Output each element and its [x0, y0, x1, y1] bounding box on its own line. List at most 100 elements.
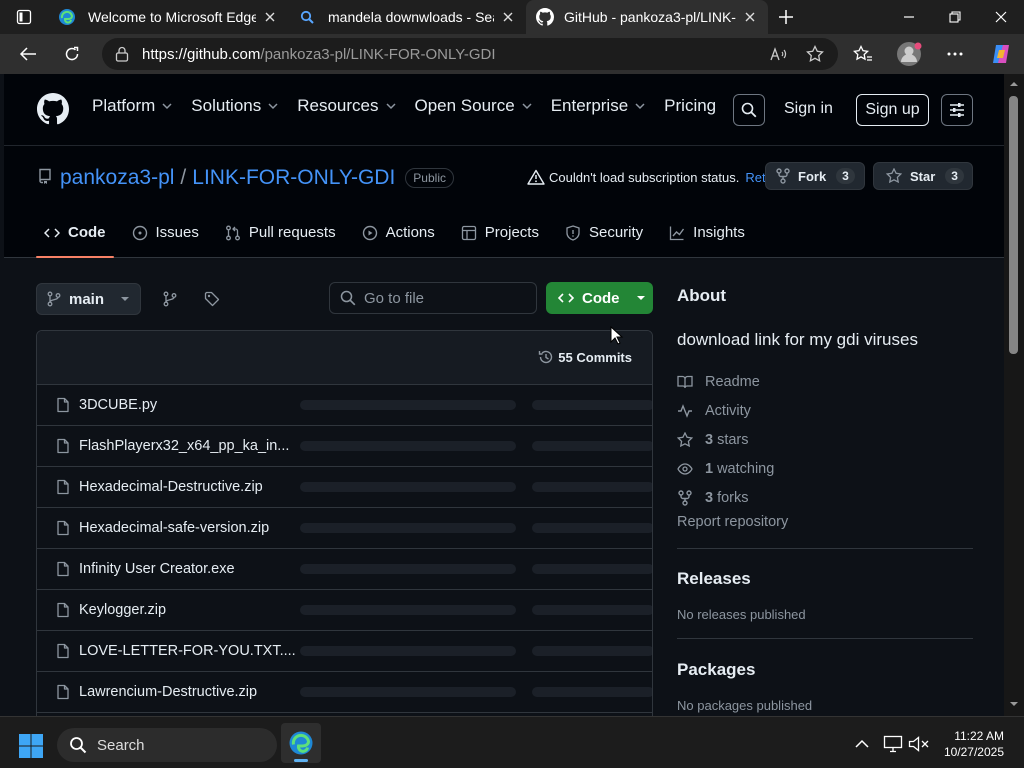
file-row[interactable]: FlashPlayerx32_x64_pp_ka_in... — [37, 426, 652, 467]
system-clock[interactable]: 11:22 AM 10/27/2025 — [940, 728, 1004, 760]
search-favicon-icon — [298, 8, 316, 26]
tag-icon[interactable] — [203, 290, 221, 308]
go-to-file-input[interactable] — [364, 289, 524, 307]
file-row[interactable]: LOVE-LETTER-FOR-YOU.TXT.... — [37, 631, 652, 672]
tab-code[interactable]: Code — [36, 224, 114, 258]
browser-tab-search[interactable]: mandela downwloads - Search — [288, 0, 526, 34]
nav-solutions[interactable]: Solutions — [191, 96, 279, 116]
chevron-up-icon[interactable] — [851, 733, 873, 755]
file-name-link[interactable]: Hexadecimal-Destructive.zip — [79, 479, 263, 495]
copilot-icon[interactable] — [978, 34, 1024, 74]
nav-resources[interactable]: Resources — [297, 96, 396, 116]
star-button[interactable]: Star 3 — [873, 162, 973, 190]
file-name-link[interactable]: Hexadecimal-safe-version.zip — [79, 520, 269, 536]
nav-enterprise[interactable]: Enterprise — [551, 96, 646, 116]
subscription-warning: Couldn't load subscription status. Retry — [527, 168, 776, 186]
loading-placeholder — [300, 400, 516, 410]
file-name-link[interactable]: Infinity User Creator.exe — [79, 561, 235, 577]
file-row[interactable]: Keylogger.zip — [37, 590, 652, 631]
minimize-icon[interactable] — [886, 0, 932, 34]
forks-link[interactable]: 3 forks — [677, 483, 774, 512]
scroll-up-arrow-icon[interactable] — [1008, 78, 1020, 90]
sidebar-divider — [677, 638, 973, 639]
fork-button[interactable]: Fork 3 — [765, 162, 865, 190]
close-window-icon[interactable] — [978, 0, 1024, 34]
branch-selector[interactable]: main — [36, 283, 141, 315]
file-name-link[interactable]: 3DCUBE.py — [79, 397, 157, 413]
file-row[interactable]: Infinity User Creator.exe — [37, 549, 652, 590]
repo-tabs: Code Issues Pull requests Actions Projec… — [36, 224, 763, 258]
browser-tab-github[interactable]: GitHub - pankoza3-pl/LINK-FOR- — [526, 0, 768, 34]
report-repository-link[interactable]: Report repository — [677, 514, 788, 530]
url-host: https://github.com — [142, 45, 261, 63]
nav-platform[interactable]: Platform — [92, 96, 173, 116]
releases-heading[interactable]: Releases — [677, 569, 751, 589]
browser-tab-welcome[interactable]: Welcome to Microsoft Edge — [48, 0, 288, 34]
taskbar-search[interactable]: Search — [57, 728, 277, 762]
go-to-file-field[interactable] — [329, 282, 537, 314]
scroll-down-arrow-icon[interactable] — [1008, 698, 1020, 710]
repo-name-link[interactable]: LINK-FOR-ONLY-GDI — [192, 166, 395, 190]
volume-muted-icon[interactable] — [908, 733, 930, 755]
close-tab-icon[interactable] — [742, 9, 758, 25]
alert-icon — [527, 168, 545, 186]
favorite-star-icon[interactable] — [800, 39, 830, 69]
packages-empty-text: No packages published — [677, 698, 813, 713]
pull-request-icon — [225, 225, 241, 241]
address-bar[interactable]: https://github.com/pankoza3-pl/LINK-FOR-… — [102, 38, 838, 70]
tab-actions-icon[interactable] — [0, 0, 48, 34]
monitor-icon[interactable] — [882, 733, 904, 755]
profile-avatar-icon[interactable] — [886, 34, 932, 74]
header-menu-button[interactable] — [941, 94, 973, 126]
file-name-link[interactable]: LOVE-LETTER-FOR-YOU.TXT.... — [79, 643, 296, 659]
loading-placeholder — [532, 605, 652, 615]
file-row[interactable]: Lawrencium-Destructive.zip — [37, 672, 652, 713]
tab-pull-requests[interactable]: Pull requests — [217, 224, 344, 258]
new-tab-icon[interactable] — [768, 0, 804, 34]
tab-title: GitHub - pankoza3-pl/LINK-FOR- — [564, 9, 736, 25]
file-name-link[interactable]: Lawrencium-Destructive.zip — [79, 684, 257, 700]
sign-in-link[interactable]: Sign in — [784, 100, 833, 118]
tab-projects[interactable]: Projects — [453, 224, 547, 258]
branches-icon[interactable] — [161, 290, 179, 308]
tab-issues[interactable]: Issues — [124, 224, 207, 258]
repo-owner-link[interactable]: pankoza3-pl — [60, 166, 174, 190]
tab-actions[interactable]: Actions — [354, 224, 443, 258]
windows-start-icon[interactable] — [18, 733, 44, 759]
read-aloud-icon[interactable] — [764, 39, 794, 69]
tab-insights[interactable]: Insights — [661, 224, 753, 258]
header-search-button[interactable] — [733, 94, 765, 126]
watching-link[interactable]: 1 watching — [677, 454, 774, 483]
page-scrollbar[interactable] — [1004, 74, 1024, 716]
back-arrow-icon[interactable] — [6, 34, 50, 74]
more-options-icon[interactable] — [932, 34, 978, 74]
taskbar-edge-icon[interactable] — [281, 723, 321, 763]
file-name-link[interactable]: Keylogger.zip — [79, 602, 166, 618]
close-tab-icon[interactable] — [262, 9, 278, 25]
github-logo-icon[interactable] — [35, 91, 71, 127]
forks-label: forks — [717, 489, 749, 506]
file-row[interactable]: Hexadecimal-Destructive.zip — [37, 467, 652, 508]
file-row[interactable]: Hexadecimal-safe-version.zip — [37, 508, 652, 549]
file-row[interactable]: 3DCUBE.py — [37, 385, 652, 426]
nav-pricing[interactable]: Pricing — [664, 96, 716, 116]
edge-favicon-icon — [58, 8, 76, 26]
nav-open-source[interactable]: Open Source — [415, 96, 533, 116]
packages-heading[interactable]: Packages — [677, 660, 755, 680]
refresh-icon[interactable] — [50, 34, 94, 74]
file-name-link[interactable]: FlashPlayerx32_x64_pp_ka_in... — [79, 438, 289, 454]
lock-icon[interactable] — [102, 46, 142, 62]
tab-security[interactable]: Security — [557, 224, 651, 258]
commits-link[interactable]: 55 Commits — [538, 349, 632, 365]
restore-icon[interactable] — [932, 0, 978, 34]
stars-link[interactable]: 3 stars — [677, 425, 774, 454]
favorites-icon[interactable] — [840, 34, 886, 74]
close-tab-icon[interactable] — [500, 9, 516, 25]
activity-link[interactable]: Activity — [677, 396, 774, 425]
url-text[interactable]: https://github.com/pankoza3-pl/LINK-FOR-… — [142, 46, 495, 63]
sign-up-button[interactable]: Sign up — [856, 94, 929, 126]
readme-link[interactable]: Readme — [677, 367, 774, 396]
code-button-label: Code — [582, 289, 620, 307]
code-dropdown-button[interactable]: Code — [546, 282, 653, 314]
scrollbar-thumb[interactable] — [1009, 96, 1018, 354]
